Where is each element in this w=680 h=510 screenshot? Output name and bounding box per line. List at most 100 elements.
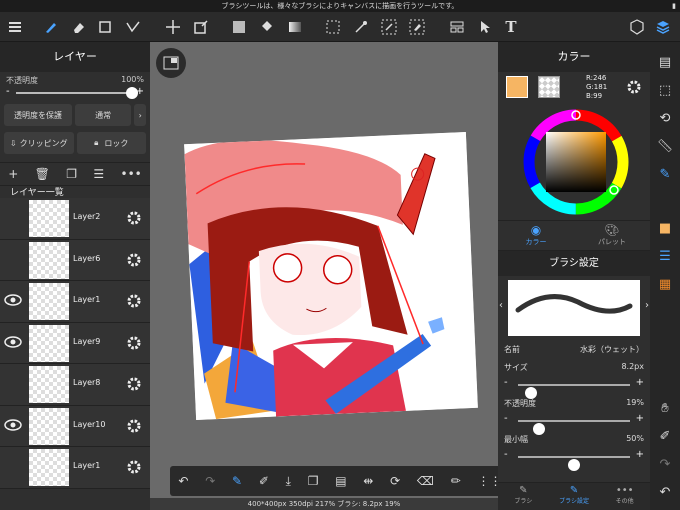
layer-settings-gear-icon[interactable] [126, 418, 142, 434]
tab-other[interactable]: ••• その他 [599, 483, 650, 510]
document-icon[interactable]: ▤ [655, 52, 675, 72]
material-icon[interactable] [626, 16, 648, 38]
select-pen-icon[interactable] [378, 16, 400, 38]
select-eraser-icon[interactable] [406, 16, 428, 38]
layer-row[interactable]: Layer6 [0, 239, 150, 281]
brush-size-slider[interactable]: - + [498, 376, 650, 399]
delete-layer-icon[interactable]: 🗑︎ [35, 167, 50, 181]
visibility-hidden-toggle[interactable] [4, 376, 22, 390]
tab-brush-settings[interactable]: ✎ ブラシ設定 [549, 483, 600, 510]
canvas-area[interactable] [150, 42, 498, 510]
clear-icon[interactable]: ⌫ [417, 474, 434, 488]
tab-palette[interactable]: 🎨︎ パレット [574, 221, 650, 250]
undo-side-icon[interactable]: ↶ [655, 482, 675, 502]
eyedropper-icon[interactable]: ✐ [259, 474, 269, 488]
flip-icon[interactable]: ⇹ [363, 474, 373, 488]
gradient-tool-icon[interactable] [284, 16, 306, 38]
layer-settings-gear-icon[interactable] [126, 459, 142, 475]
visibility-eye-icon[interactable] [4, 293, 22, 307]
brush-min-width-track[interactable] [518, 456, 630, 471]
copy-icon[interactable]: ❐ [308, 474, 319, 488]
layer-row[interactable]: Layer8 [0, 364, 150, 406]
layer-quick-icon[interactable]: ☰ [655, 246, 675, 266]
edit-icon[interactable]: ✏ [451, 474, 461, 488]
color-settings-gear-icon[interactable] [626, 79, 642, 95]
vector-tool-icon[interactable] [122, 16, 144, 38]
brush-opacity-plus[interactable]: + [636, 413, 644, 424]
fill-color-tool-icon[interactable] [228, 16, 250, 38]
brush-quick-icon[interactable]: ✎ [232, 474, 242, 488]
visibility-hidden-toggle[interactable] [4, 459, 22, 473]
eraser-tool-icon[interactable] [68, 16, 90, 38]
hamburger-menu-icon[interactable] [4, 16, 26, 38]
protect-alpha-button[interactable]: 透明度を保護 [4, 104, 72, 126]
paste-icon[interactable]: ▤ [335, 474, 346, 488]
magic-wand-icon[interactable] [350, 16, 372, 38]
rotate-canvas-icon[interactable]: ⟲ [655, 108, 675, 128]
material-quick-icon[interactable]: ▦ [655, 274, 675, 294]
brush-opacity-minus[interactable]: - [504, 413, 508, 424]
operation-tool-icon[interactable] [474, 16, 496, 38]
ruler-icon[interactable]: 📏︎ [655, 136, 675, 156]
color-wheel[interactable] [498, 102, 650, 220]
duplicate-layer-icon[interactable]: ❐ [66, 167, 77, 181]
layers-icon[interactable] [652, 16, 674, 38]
brush-opacity-track[interactable] [518, 420, 630, 435]
layer-list-icon[interactable]: ☰ [93, 167, 104, 181]
move-tool-icon[interactable] [162, 16, 184, 38]
tab-brush[interactable]: ✎ ブラシ [498, 483, 549, 510]
brush-min-width-minus[interactable]: - [504, 449, 508, 460]
visibility-eye-icon[interactable] [4, 418, 22, 432]
layer-opacity-minus[interactable]: - [6, 86, 10, 97]
lock-button[interactable]: 🔒︎ ロック [76, 132, 146, 154]
clipping-button[interactable]: ⇩ クリッピング [4, 132, 74, 154]
brush-min-width-plus[interactable]: + [636, 449, 644, 460]
layer-settings-gear-icon[interactable] [126, 376, 142, 392]
eyedropper-side-icon[interactable]: ✐ [655, 426, 675, 446]
brush-tool-icon[interactable] [40, 16, 62, 38]
more-options-icon[interactable]: ••• [121, 167, 142, 181]
layer-row[interactable]: Layer1 [0, 281, 150, 323]
layer-settings-gear-icon[interactable] [126, 293, 142, 309]
tab-color[interactable]: ◉ カラー [498, 221, 574, 250]
rotate-icon[interactable]: ⟳ [390, 474, 400, 488]
brush-min-width-slider[interactable]: - + [498, 448, 650, 471]
layer-settings-gear-icon[interactable] [126, 210, 142, 226]
color-wheel-area[interactable] [498, 102, 650, 220]
blend-mode-chevron-icon[interactable]: › [134, 104, 146, 126]
main-color-swatch[interactable] [506, 76, 528, 98]
bucket-tool-icon[interactable] [256, 16, 278, 38]
visibility-hidden-toggle[interactable] [4, 252, 22, 266]
brush-preview[interactable]: ‹ › [499, 280, 649, 336]
layer-opacity-plus[interactable]: + [136, 86, 144, 97]
brush-size-minus[interactable]: - [504, 377, 508, 388]
shape-tool-icon[interactable] [94, 16, 116, 38]
brush-size-plus[interactable]: + [636, 377, 644, 388]
visibility-hidden-toggle[interactable] [4, 210, 22, 224]
undo-icon[interactable]: ↶ [178, 474, 188, 488]
canvas-navigator-icon[interactable] [156, 48, 186, 78]
selection-icon[interactable]: ⬚ [655, 80, 675, 100]
visibility-eye-icon[interactable] [4, 335, 22, 349]
layer-row[interactable]: Layer10 [0, 405, 150, 447]
layer-row[interactable]: Layer1 [0, 447, 150, 489]
add-layer-icon[interactable]: + [8, 167, 18, 181]
redo-icon[interactable]: ↷ [205, 474, 215, 488]
text-tool-icon[interactable]: T [500, 16, 522, 38]
frame-divider-icon[interactable] [446, 16, 468, 38]
brush-opacity-slider[interactable]: - + [498, 412, 650, 435]
transform-tool-icon[interactable] [190, 16, 212, 38]
layer-settings-gear-icon[interactable] [126, 252, 142, 268]
brush-prev-chevron-icon[interactable]: ‹ [499, 300, 503, 311]
save-icon[interactable]: ⤓ [286, 474, 291, 489]
brush-size-track[interactable] [518, 384, 630, 399]
artwork-canvas[interactable] [184, 131, 478, 421]
pen-settings-icon[interactable]: ✎ [655, 164, 675, 184]
color-quick-icon[interactable]: ■ [655, 218, 675, 238]
layer-row[interactable]: Layer9 [0, 322, 150, 364]
sub-color-swatch[interactable] [538, 76, 560, 98]
layer-settings-gear-icon[interactable] [126, 335, 142, 351]
brush-next-chevron-icon[interactable]: › [645, 300, 649, 311]
select-tool-icon[interactable] [322, 16, 344, 38]
brush-min-width-knob[interactable] [568, 459, 580, 471]
